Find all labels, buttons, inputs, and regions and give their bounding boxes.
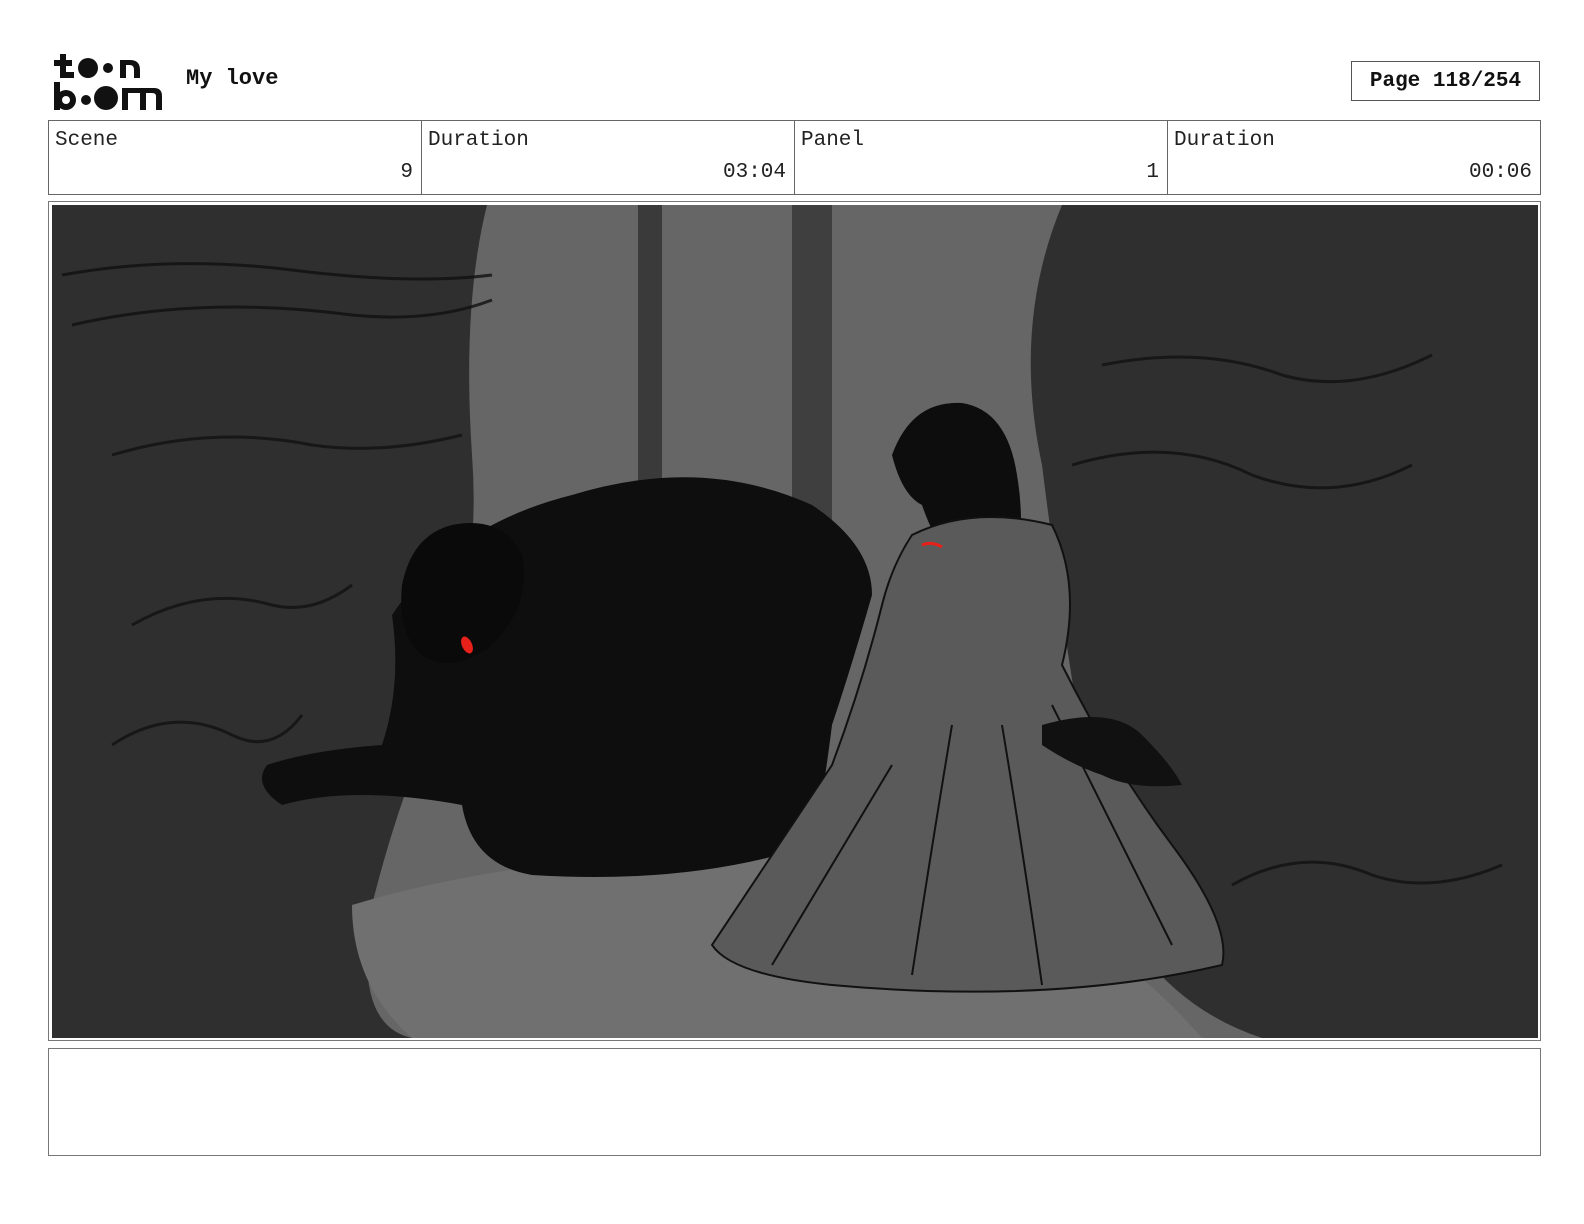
panel-value: 1 — [1146, 161, 1159, 184]
panel-notes-box[interactable] — [48, 1048, 1541, 1156]
scene-duration-cell: Duration 03:04 — [422, 121, 795, 194]
project-title: My love — [186, 66, 279, 91]
panel-duration-value: 00:06 — [1468, 161, 1532, 184]
scene-duration-value: 03:04 — [722, 161, 786, 184]
storyboard-panel-image — [52, 205, 1538, 1038]
scene-value: 9 — [400, 161, 413, 184]
scene-duration-label: Duration — [428, 129, 529, 152]
toon-boom-logo — [54, 54, 162, 110]
panel-cell: Panel 1 — [795, 121, 1168, 194]
scene-info-bar: Scene 9 Duration 03:04 Panel 1 Duration … — [48, 120, 1541, 195]
scene-label: Scene — [55, 129, 119, 152]
page-number: Page 118/254 — [1351, 61, 1540, 101]
panel-duration-label: Duration — [1174, 129, 1275, 152]
scene-cell: Scene 9 — [49, 121, 422, 194]
panel-duration-cell: Duration 00:06 — [1168, 121, 1540, 194]
panel-label: Panel — [801, 129, 865, 152]
